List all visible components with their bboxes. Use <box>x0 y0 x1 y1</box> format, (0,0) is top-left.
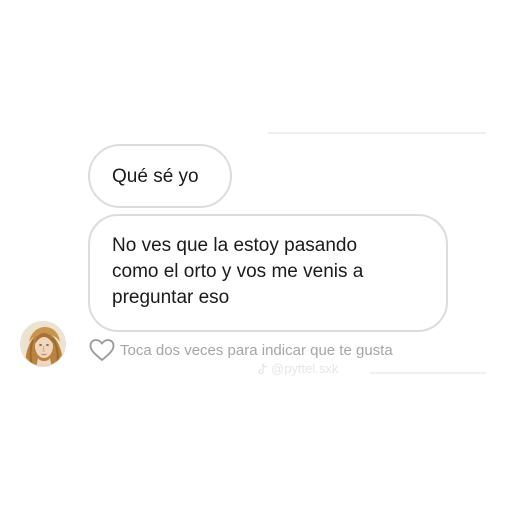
message-bubble[interactable]: Qué sé yo <box>88 144 232 208</box>
like-hint-text: Toca dos veces para indicar que te gusta <box>120 341 393 359</box>
divider <box>268 132 486 134</box>
heart-outline-icon[interactable] <box>88 338 116 362</box>
tiktok-icon <box>258 362 268 375</box>
like-hint-row: Toca dos veces para indicar que te gusta <box>88 338 393 362</box>
sender-avatar[interactable] <box>20 321 66 367</box>
watermark: @pyttel.sxk <box>258 361 338 376</box>
message-bubble[interactable]: No ves que la estoy pasando como el orto… <box>88 214 448 332</box>
message-text-line: preguntar eso <box>112 287 230 308</box>
divider <box>370 372 486 374</box>
message-text-line: como el orto y vos me venis a <box>112 261 364 282</box>
message-text-line: No ves que la estoy pasando <box>112 235 358 256</box>
watermark-text: @pyttel.sxk <box>271 361 339 376</box>
message-text: Qué sé yo <box>112 166 199 187</box>
chat-screen: Qué sé yo No ves que la estoy pasando co… <box>0 0 512 512</box>
painted-portrait-avatar <box>21 322 65 366</box>
